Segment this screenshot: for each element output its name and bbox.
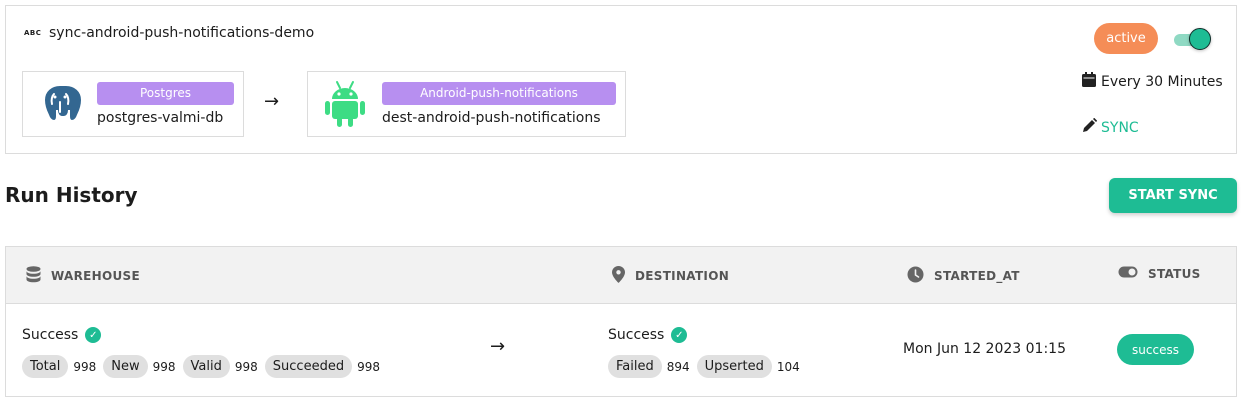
- source-connector[interactable]: Postgres postgres-valmi-db: [22, 71, 244, 137]
- text-type-icon: ABC: [24, 29, 42, 37]
- metric-value-failed: 894: [666, 359, 690, 374]
- column-label: STATUS: [1148, 266, 1201, 281]
- destination-name: dest-android-push-notifications: [382, 110, 601, 126]
- table-header: WAREHOUSE DESTINATION STARTED_AT STATUS: [6, 247, 1236, 304]
- destination-status-text: Success: [608, 327, 665, 343]
- metric-chip-valid: Valid: [182, 355, 230, 378]
- run-history-table: WAREHOUSE DESTINATION STARTED_AT STATUS …: [5, 246, 1237, 397]
- warehouse-cell: Success ✓ Total 998 New 998 Valid 998 Su…: [22, 325, 387, 378]
- calendar-icon: [1082, 72, 1096, 91]
- destination-connector[interactable]: Android-push-notifications dest-android-…: [307, 71, 626, 137]
- arrow-right-icon: →: [264, 91, 280, 112]
- database-icon: [26, 266, 41, 286]
- destination-status: Success ✓: [608, 325, 807, 345]
- metric-chip-upserted: Upserted: [696, 355, 772, 378]
- source-name: postgres-valmi-db: [97, 110, 224, 126]
- toggle-knob: [1189, 28, 1211, 50]
- column-label: STARTED_AT: [934, 269, 1020, 283]
- destination-metrics: Failed 894 Upserted 104: [608, 355, 807, 378]
- warehouse-status: Success ✓: [22, 325, 387, 345]
- metric-chip-new: New: [103, 355, 148, 378]
- toggle-icon: [1118, 266, 1138, 281]
- run-status-badge[interactable]: success: [1117, 334, 1194, 365]
- schedule-text: Every 30 Minutes: [1101, 73, 1223, 90]
- warehouse-metrics: Total 998 New 998 Valid 998 Succeeded 99…: [22, 355, 387, 378]
- column-label: WAREHOUSE: [51, 269, 140, 283]
- metric-chip-succeeded: Succeeded: [264, 355, 353, 378]
- android-robot-icon: [308, 72, 382, 136]
- column-header-started-at: STARTED_AT: [907, 266, 1020, 286]
- column-header-status: STATUS: [1118, 266, 1201, 281]
- metric-value-succeeded: 998: [357, 359, 380, 374]
- column-header-warehouse: WAREHOUSE: [26, 266, 140, 286]
- warehouse-status-text: Success: [22, 327, 79, 343]
- destination-type-tag: Android-push-notifications: [382, 82, 616, 105]
- metric-value-upserted: 104: [776, 359, 800, 374]
- column-label: DESTINATION: [635, 269, 730, 283]
- sync-card: ABC sync-android-push-notifications-demo…: [5, 5, 1237, 154]
- metric-value-new: 998: [152, 359, 176, 374]
- check-circle-icon: ✓: [85, 327, 102, 343]
- postgres-elephant-icon: [23, 72, 97, 136]
- schedule: Every 30 Minutes: [1082, 72, 1223, 91]
- check-circle-icon: ✓: [671, 327, 688, 343]
- map-pin-icon: [612, 266, 625, 286]
- run-history-title: Run History: [5, 183, 138, 207]
- sync-enable-toggle[interactable]: [1174, 28, 1224, 52]
- column-header-destination: DESTINATION: [612, 266, 729, 286]
- edit-sync-label: SYNC: [1101, 119, 1139, 136]
- metric-chip-failed: Failed: [608, 355, 662, 378]
- start-sync-button[interactable]: START SYNC: [1109, 178, 1237, 213]
- sync-state-badge: active: [1094, 23, 1158, 54]
- source-type-tag: Postgres: [97, 82, 234, 105]
- arrow-right-icon: →: [490, 336, 506, 357]
- started-at-cell: Mon Jun 12 2023 01:15: [903, 341, 1066, 357]
- edit-sync-link[interactable]: SYNC: [1082, 117, 1139, 137]
- metric-value-total: 998: [73, 359, 97, 374]
- metric-chip-total: Total: [22, 355, 69, 378]
- destination-cell: Success ✓ Failed 894 Upserted 104: [608, 325, 807, 378]
- metric-value-valid: 998: [234, 359, 258, 374]
- sync-name-row: ABC sync-android-push-notifications-demo: [24, 25, 314, 41]
- pencil-icon: [1082, 117, 1098, 137]
- clock-icon: [907, 266, 924, 286]
- sync-name: sync-android-push-notifications-demo: [49, 25, 315, 41]
